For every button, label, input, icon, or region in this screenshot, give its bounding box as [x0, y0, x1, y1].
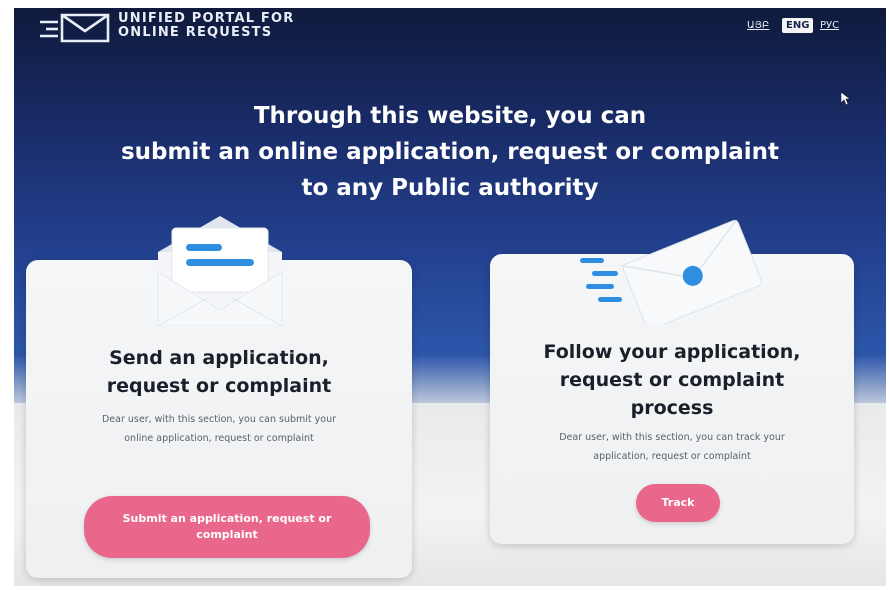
envelope-logo-icon[interactable]: [38, 12, 110, 44]
site-header: UNIFIED PORTAL FOR ONLINE REQUESTS ԱՅԲ E…: [14, 8, 886, 48]
language-armenian-link[interactable]: ԱՅԲ: [747, 18, 769, 33]
send-card-desc-line-1: Dear user, with this section, you can su…: [101, 414, 336, 425]
track-card-description: Dear user, with this section, you can tr…: [490, 428, 854, 466]
track-button[interactable]: Track: [636, 484, 720, 522]
submit-button-line-2: complaint: [196, 528, 258, 541]
brand-line-1: UNIFIED PORTAL FOR: [118, 11, 295, 26]
open-envelope-icon: [157, 216, 283, 326]
track-card-desc-line-2: application, request or complaint: [593, 451, 751, 462]
sealed-envelope-icon: [580, 220, 763, 324]
send-card-title-line-1: Send an application,: [109, 347, 329, 369]
portal-screen: UNIFIED PORTAL FOR ONLINE REQUESTS ԱՅԲ E…: [14, 8, 886, 586]
track-card-desc-line-1: Dear user, with this section, you can tr…: [559, 432, 785, 443]
submit-button-line-1: Submit an application, request or: [122, 512, 332, 525]
send-card-desc-line-2: online application, request or complaint: [124, 433, 314, 444]
hero-line-2: submit an online application, request or…: [120, 139, 780, 165]
track-card-title: Follow your application, request or comp…: [490, 338, 854, 422]
track-card-title-line-1: Follow your application,: [543, 341, 801, 363]
track-card-title-line-2: request or complaint: [559, 369, 785, 391]
submit-application-button[interactable]: Submit an application, request or compla…: [84, 496, 370, 558]
hero-line-3: to any Public authority: [301, 175, 599, 201]
hero-headline: Through this website, you can submit an …: [54, 98, 846, 206]
send-card-title-line-2: request or complaint: [106, 375, 332, 397]
track-card-title-line-3: process: [630, 397, 714, 419]
track-button-label: Track: [661, 496, 695, 509]
language-english-link[interactable]: ENG: [782, 18, 814, 33]
site-brand[interactable]: UNIFIED PORTAL FOR ONLINE REQUESTS: [118, 12, 294, 40]
send-card-description: Dear user, with this section, you can su…: [26, 410, 412, 448]
brand-line-2: ONLINE REQUESTS: [118, 25, 273, 40]
hero-line-1: Through this website, you can: [253, 103, 647, 129]
language-russian-link[interactable]: РУС: [820, 18, 839, 33]
send-card-title: Send an application, request or complain…: [26, 344, 412, 400]
